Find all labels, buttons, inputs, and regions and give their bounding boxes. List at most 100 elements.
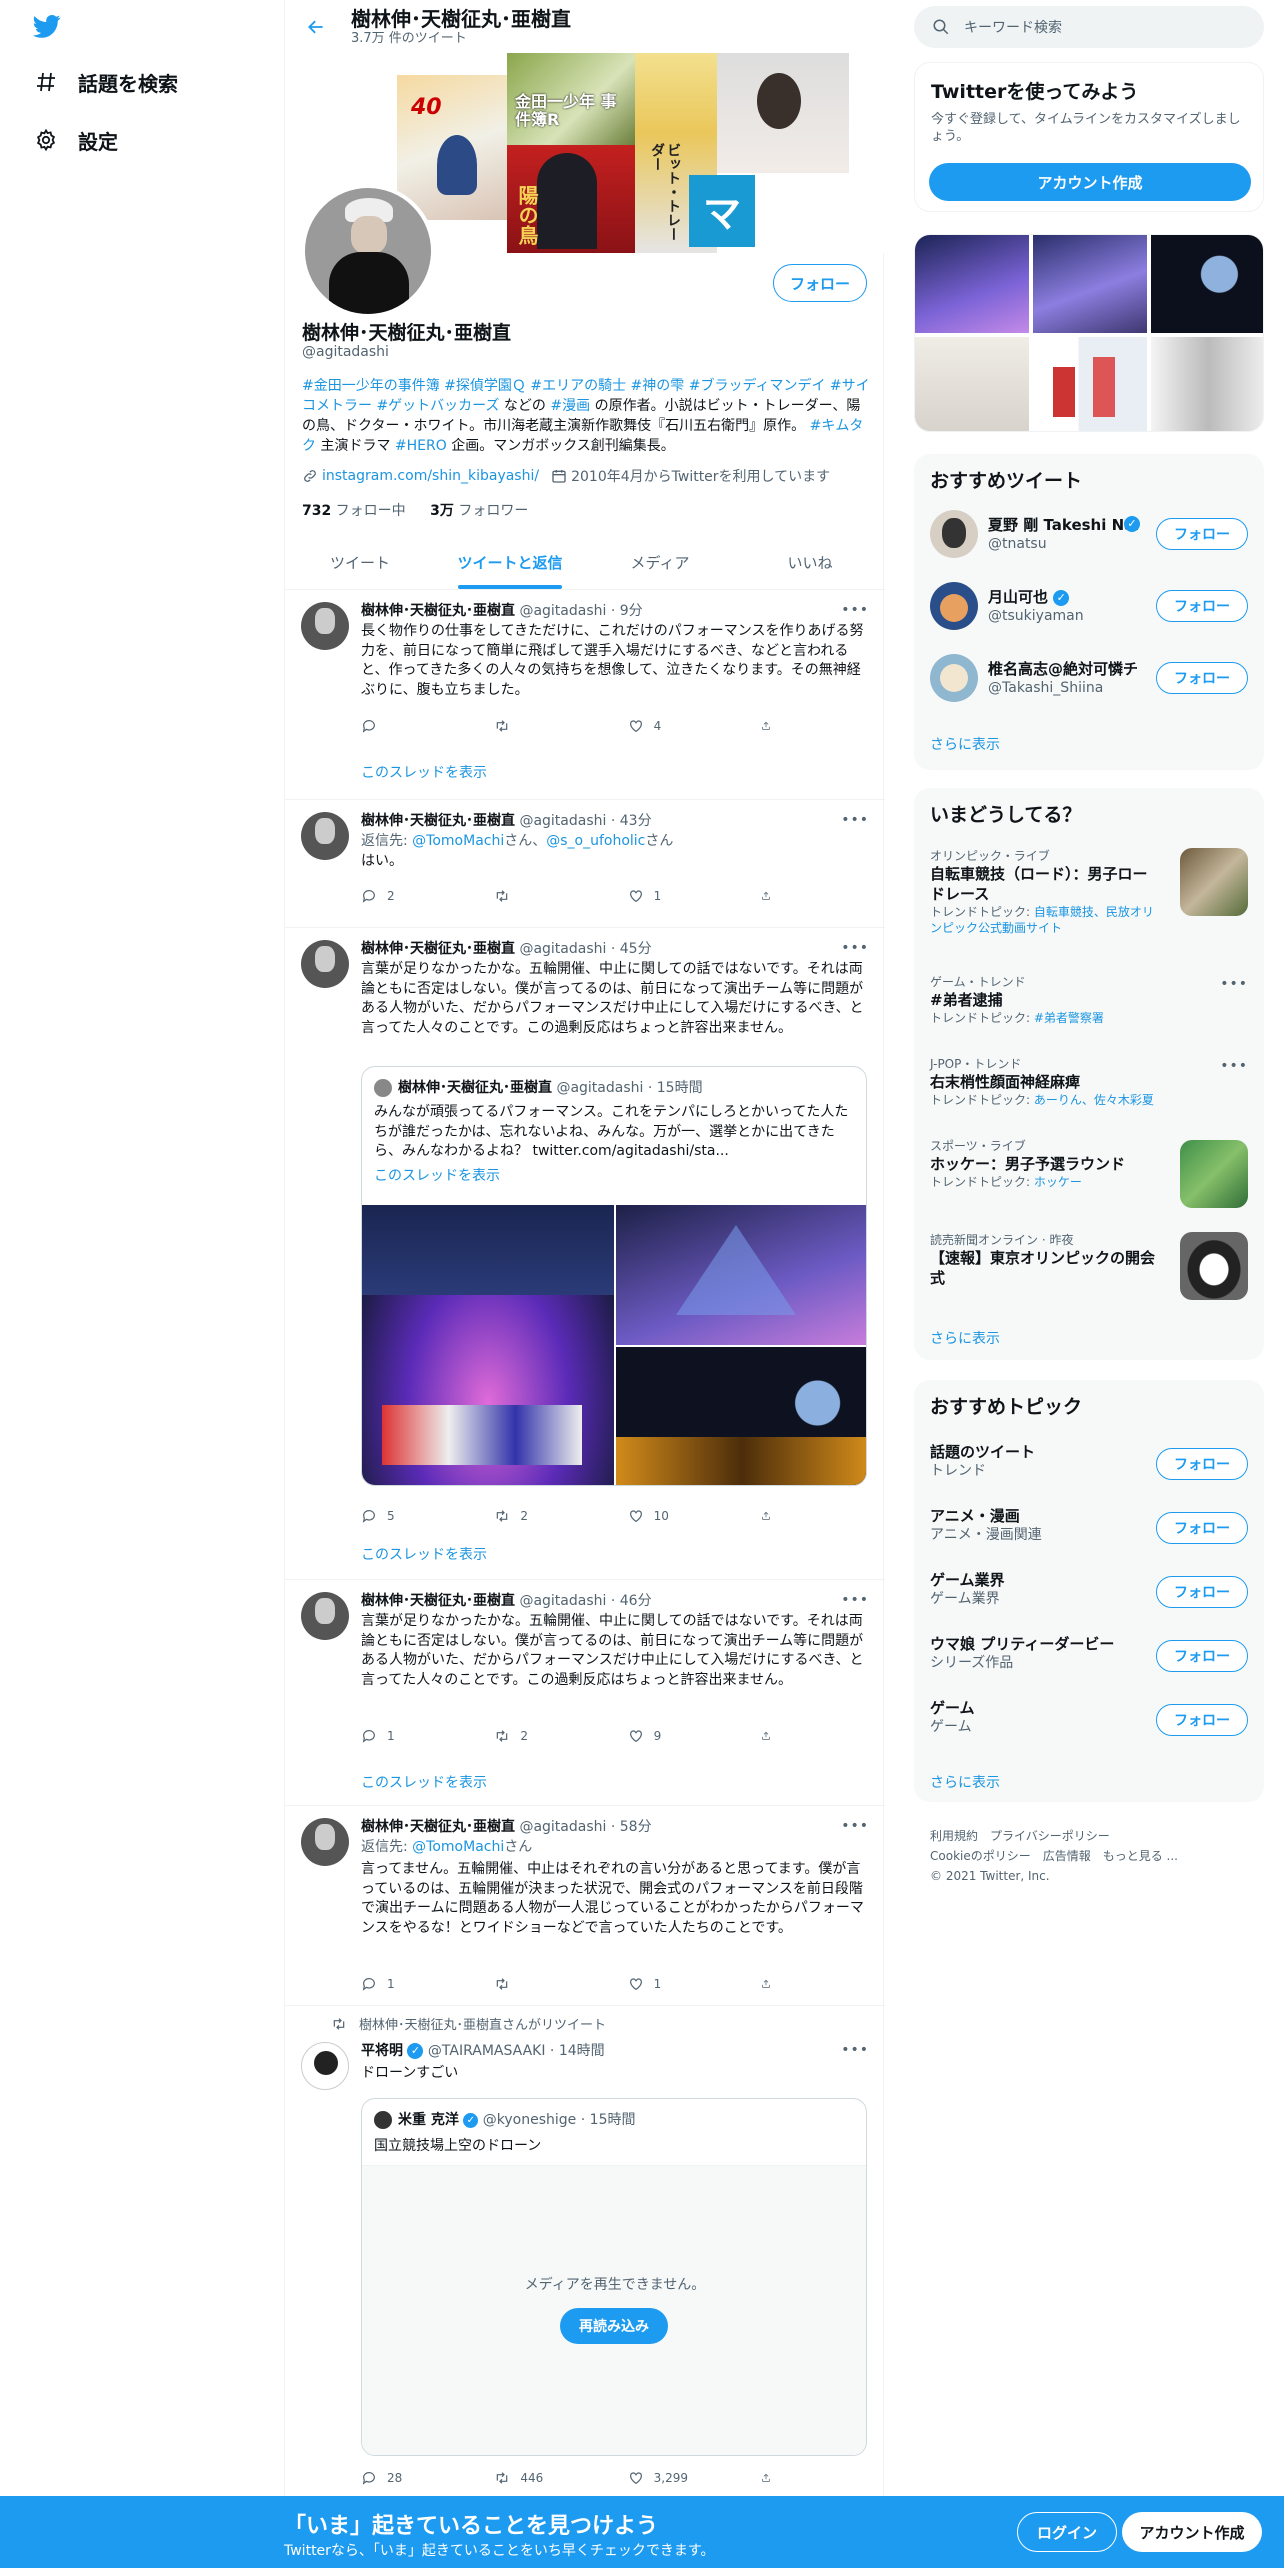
topic-item[interactable]: 話題のツイート トレンド bbox=[930, 1442, 1035, 1480]
show-more-link[interactable]: さらに表示 bbox=[930, 734, 1000, 754]
quoted-image[interactable] bbox=[616, 1205, 866, 1345]
tweet-author[interactable]: 平将明 bbox=[361, 2043, 403, 2059]
reply-mention[interactable]: @TomoMachi bbox=[412, 1839, 504, 1855]
like-button[interactable]: 3,299 bbox=[628, 2468, 761, 2488]
more-icon[interactable]: ••• bbox=[841, 1592, 869, 1608]
profile-avatar[interactable] bbox=[301, 184, 435, 318]
bio-hashtag-manga[interactable]: #漫画 bbox=[550, 398, 590, 414]
tweet-time[interactable]: 46分 bbox=[620, 1593, 652, 1609]
tweet[interactable]: 樹林伸･天樹征丸･亜樹直さんがリツイート 平将明 ✓ @TAIRAMASAAKI… bbox=[285, 2006, 885, 2496]
reply-mention[interactable]: @s_o_ufoholic bbox=[546, 833, 645, 849]
share-button[interactable] bbox=[761, 716, 781, 736]
show-thread-link[interactable]: このスレッドを表示 bbox=[361, 1544, 487, 1564]
reply-button[interactable]: 1 bbox=[361, 1974, 494, 1994]
tweet-author[interactable]: 樹林伸･天樹征丸･亜樹直 bbox=[361, 1593, 515, 1609]
tweet-author[interactable]: 樹林伸･天樹征丸･亜樹直 bbox=[361, 603, 515, 619]
show-more-link[interactable]: さらに表示 bbox=[930, 1328, 1000, 1348]
topic-item[interactable]: ゲーム業界 ゲーム業界 bbox=[930, 1570, 1005, 1608]
more-icon[interactable]: ••• bbox=[1220, 1058, 1248, 1074]
like-button[interactable]: 9 bbox=[628, 1726, 761, 1746]
show-more-link[interactable]: さらに表示 bbox=[930, 1772, 1000, 1792]
avatar[interactable] bbox=[301, 940, 349, 988]
reply-button[interactable] bbox=[361, 716, 494, 736]
quoted-link[interactable]: twitter.com/agitadashi/sta... bbox=[532, 1143, 728, 1159]
topic-item[interactable]: ゲーム ゲーム bbox=[930, 1698, 975, 1736]
like-button[interactable]: 4 bbox=[628, 716, 761, 736]
reply-button[interactable]: 28 bbox=[361, 2468, 494, 2488]
profile-link[interactable]: instagram.com/shin_kibayashi/ bbox=[322, 468, 539, 484]
share-button[interactable] bbox=[761, 1506, 781, 1526]
follow-button[interactable]: フォロー bbox=[1156, 1512, 1248, 1544]
reload-button[interactable]: 再読み込み bbox=[560, 2308, 668, 2344]
tab-media[interactable]: メディア bbox=[585, 536, 735, 589]
video-player[interactable]: メディアを再生できません。 再読み込み bbox=[362, 2165, 866, 2455]
tweet[interactable]: 樹林伸･天樹征丸･亜樹直 @agitadashi · 46分 ••• 言葉が足り… bbox=[285, 1580, 885, 1806]
retweet-button[interactable] bbox=[494, 886, 627, 906]
nav-explore[interactable]: 話題を検索 bbox=[34, 64, 178, 100]
share-button[interactable] bbox=[761, 2468, 781, 2488]
tweet[interactable]: 樹林伸･天樹征丸･亜樹直 @agitadashi · 9分 ••• 長く物作りの… bbox=[285, 590, 885, 800]
more-icon[interactable]: ••• bbox=[841, 2042, 869, 2058]
more-icon[interactable]: ••• bbox=[841, 812, 869, 828]
avatar[interactable] bbox=[930, 510, 978, 558]
avatar[interactable] bbox=[301, 1818, 349, 1866]
signup-button[interactable]: アカウント作成 bbox=[1122, 2512, 1262, 2552]
footer-links[interactable]: 利用規約 プライバシーポリシー bbox=[930, 1826, 1110, 1846]
share-button[interactable] bbox=[761, 1726, 781, 1746]
quoted-image[interactable] bbox=[362, 1205, 614, 1485]
followers-link[interactable]: 3万 フォロワー bbox=[430, 503, 528, 519]
more-icon[interactable]: ••• bbox=[841, 602, 869, 618]
quoted-tweet[interactable]: 米重 克洋 ✓ @kyoneshige · 15時間 国立競技場上空のドローン … bbox=[361, 2098, 867, 2456]
trend-item[interactable]: ゲーム・トレンド #弟者逮捕 トレンドトピック: #弟者警察署 bbox=[930, 974, 1248, 1026]
tab-likes[interactable]: いいね bbox=[735, 536, 885, 589]
show-thread-link[interactable]: このスレッドを表示 bbox=[361, 1772, 487, 1792]
show-thread-link[interactable]: このスレッドを表示 bbox=[361, 762, 487, 782]
tweet[interactable]: 樹林伸･天樹征丸･亜樹直 @agitadashi · 43分 ••• 返信先: … bbox=[285, 800, 885, 928]
create-account-button[interactable]: アカウント作成 bbox=[929, 163, 1251, 201]
bio-hashtag-hero[interactable]: #HERO bbox=[395, 438, 447, 454]
recommended-name[interactable]: 夏野 剛 Takeshi Natsuno bbox=[988, 514, 1138, 535]
recommended-name[interactable]: 椎名高志@絶対可憐チルドレン bbox=[988, 658, 1138, 679]
tweet-author[interactable]: 樹林伸･天樹征丸･亜樹直 bbox=[361, 813, 515, 829]
share-button[interactable] bbox=[761, 886, 781, 906]
following-link[interactable]: 732 フォロー中 bbox=[302, 503, 406, 519]
more-icon[interactable]: ••• bbox=[841, 940, 869, 956]
trend-item[interactable]: J-POP・トレンド 右末梢性顔面神経麻痺 トレンドトピック: あーりん、佐々木… bbox=[930, 1056, 1248, 1108]
retweet-button[interactable] bbox=[494, 716, 627, 736]
twitter-logo-icon[interactable] bbox=[30, 12, 64, 40]
follow-button[interactable]: フォロー bbox=[1156, 1704, 1248, 1736]
like-button[interactable]: 10 bbox=[628, 1506, 761, 1526]
reply-button[interactable]: 1 bbox=[361, 1726, 494, 1746]
nav-settings[interactable]: 設定 bbox=[34, 122, 118, 158]
follow-button[interactable]: フォロー bbox=[1156, 518, 1248, 550]
footer-links[interactable]: Cookieのポリシー 広告情報 もっと見る ... bbox=[930, 1846, 1178, 1866]
retweet-button[interactable]: 2 bbox=[494, 1506, 627, 1526]
quoted-image[interactable] bbox=[616, 1347, 866, 1485]
gallery-image[interactable] bbox=[1033, 235, 1147, 333]
gallery-image[interactable] bbox=[1151, 337, 1263, 431]
avatar[interactable] bbox=[301, 602, 349, 650]
retweet-button[interactable]: 446 bbox=[494, 2468, 627, 2488]
tab-tweets[interactable]: ツイート bbox=[285, 536, 435, 589]
gallery-image[interactable] bbox=[1151, 235, 1263, 333]
avatar[interactable] bbox=[930, 654, 978, 702]
tweet-time[interactable]: 58分 bbox=[620, 1819, 652, 1835]
avatar[interactable] bbox=[301, 812, 349, 860]
reply-button[interactable]: 5 bbox=[361, 1506, 494, 1526]
follow-button[interactable]: フォロー bbox=[1156, 1448, 1248, 1480]
login-button[interactable]: ログイン bbox=[1017, 2512, 1117, 2552]
share-button[interactable] bbox=[761, 1974, 781, 1994]
tweet[interactable]: 樹林伸･天樹征丸･亜樹直 @agitadashi · 58分 ••• 返信先: … bbox=[285, 1806, 885, 2006]
retweet-button[interactable] bbox=[494, 1974, 627, 1994]
gallery-image[interactable] bbox=[1033, 337, 1147, 431]
like-button[interactable]: 1 bbox=[628, 886, 761, 906]
gallery-image[interactable] bbox=[915, 337, 1029, 431]
reply-button[interactable]: 2 bbox=[361, 886, 494, 906]
follow-button[interactable]: フォロー bbox=[1156, 1640, 1248, 1672]
more-icon[interactable]: ••• bbox=[1220, 976, 1248, 992]
follow-button[interactable]: フォロー bbox=[1156, 1576, 1248, 1608]
tweet-author[interactable]: 樹林伸･天樹征丸･亜樹直 bbox=[361, 1819, 515, 1835]
avatar[interactable] bbox=[930, 582, 978, 630]
avatar[interactable] bbox=[301, 1592, 349, 1640]
gallery-image[interactable] bbox=[915, 235, 1029, 333]
